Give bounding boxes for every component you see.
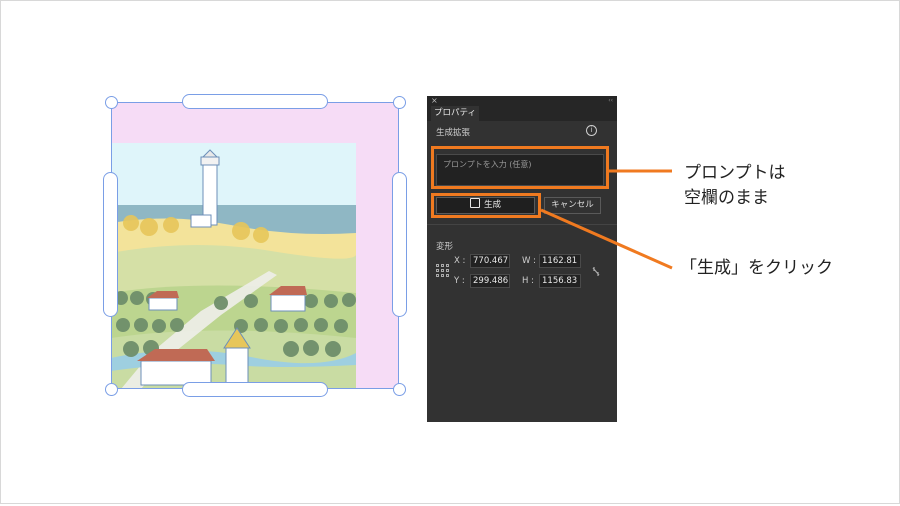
info-icon[interactable]: i — [586, 125, 597, 136]
panel-title-bar — [427, 96, 617, 106]
reference-point-icon[interactable] — [436, 264, 449, 277]
resize-handle-top-left[interactable] — [105, 96, 118, 109]
constrain-proportions-icon[interactable] — [591, 266, 601, 277]
tab-properties[interactable]: プロパティ — [431, 106, 479, 121]
generative-expand-title: 生成拡張 — [436, 128, 471, 138]
resize-handle-bottom-right[interactable] — [393, 383, 406, 396]
resize-handle-top[interactable] — [182, 94, 328, 109]
h-field[interactable]: 1156.83 — [539, 274, 581, 288]
selection-bounding-box — [111, 102, 399, 389]
close-icon[interactable]: × — [431, 96, 438, 106]
transform-title: 変形 — [436, 242, 454, 252]
w-label: W : — [522, 256, 536, 266]
w-field[interactable]: 1162.81 — [539, 254, 581, 268]
collapse-icon[interactable]: ‹‹ — [608, 96, 613, 106]
properties-panel: × ‹‹ プロパティ 生成拡張 i プロンプトを入力 (任意) 生成 キャンセル… — [427, 96, 617, 422]
resize-handle-bottom[interactable] — [182, 382, 328, 397]
cancel-button[interactable]: キャンセル — [544, 197, 601, 214]
callout-prompt: プロンプトは 空欄のまま — [684, 161, 786, 211]
prompt-input-highlight — [431, 146, 609, 189]
y-field[interactable]: 299.486 — [470, 274, 510, 288]
generate-button-highlight — [431, 193, 541, 218]
resize-handle-bottom-left[interactable] — [105, 383, 118, 396]
callout-generate: 「生成」をクリック — [680, 258, 833, 278]
section-divider — [427, 224, 617, 225]
y-label: Y : — [454, 276, 465, 286]
resize-handle-top-right[interactable] — [393, 96, 406, 109]
resize-handle-right[interactable] — [392, 172, 407, 317]
resize-handle-left[interactable] — [103, 172, 118, 317]
callout-prompt-line1: プロンプトは — [684, 163, 786, 183]
h-label: H : — [522, 276, 534, 286]
x-label: X : — [454, 256, 466, 266]
callout-prompt-line2: 空欄のまま — [684, 188, 769, 208]
x-field[interactable]: 770.467 — [470, 254, 510, 268]
